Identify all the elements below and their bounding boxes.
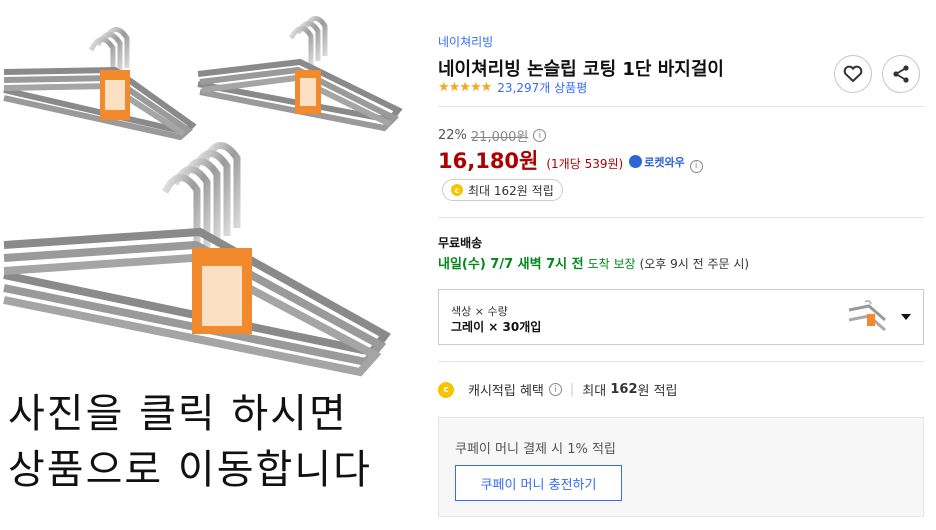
cash-reward-text: 최대 162원 적립 [468,183,554,198]
rocket-label: 로켓와우 [644,155,685,169]
cash-benefit-max-amount: 162 [610,382,638,397]
cash-benefit-label: 캐시적립 혜택 [468,384,544,399]
chevron-down-icon [901,314,911,320]
share-icon [893,65,909,83]
coin-icon: c [438,381,454,398]
cash-benefit-row: c 캐시적립 혜택 i | 최대 162 원 적립 [438,380,678,399]
coupay-charge-button[interactable]: 쿠페이 머니 충전하기 [455,465,622,501]
heart-icon [843,65,863,83]
product-image[interactable]: 사진을 클릭 하시면 상품으로 이동합니다 [0,0,430,530]
original-price: 21,000원 [470,130,529,145]
discount-rate: 22% [438,128,467,143]
sale-price: 16,180원 [438,149,539,173]
share-button[interactable] [882,55,920,93]
option-value: 그레이 × 30개입 [451,320,542,334]
cash-benefit-max-suffix: 원 적립 [637,384,678,399]
divider [438,361,924,362]
divider [438,217,924,218]
option-thumbnail [848,300,886,332]
product-info-panel: 네이쳐리빙 네이쳐리빙 논슬립 코팅 1단 바지걸이 ★★★★★ 23,297개… [438,0,924,530]
rating-stars: ★★★★★ [438,80,492,95]
coin-icon: c [451,184,463,196]
coupay-text: 쿠페이 머니 결제 시 1% 적립 [455,442,616,457]
option-label: 색상 × 수량 [451,305,508,318]
rocket-wow-badge: 로켓와우 [629,154,685,170]
delivery-note: (오후 9시 전 주문 시) [639,257,750,271]
overlay-text-line2: 상품으로 이동합니다 [8,447,372,493]
delivery-date: 내일(수) 7/7 새벽 7시 전 [438,257,584,272]
product-title: 네이쳐리빙 논슬립 코팅 1단 바지걸이 [438,59,724,80]
rating-count-link[interactable]: 23,297개 상품평 [497,79,587,96]
rocket-icon [629,155,643,168]
info-icon[interactable]: i [548,383,562,396]
shipping-row: 내일(수) 7/7 새벽 7시 전 도착 보장 (오후 9시 전 주문 시) [438,253,749,272]
unit-price: (1개당 539원) [546,157,624,171]
coupay-box: 쿠페이 머니 결제 시 1% 적립 쿠페이 머니 충전하기 [438,417,924,517]
cash-reward-pill: c 최대 162원 적립 [442,179,563,201]
price-row: 16,180원 (1개당 539원) 로켓와우 i [438,145,703,175]
info-icon[interactable]: i [689,159,703,173]
info-icon[interactable]: i [533,129,547,142]
shipping-label: 무료배송 [438,236,483,250]
separator: | [569,382,575,397]
discount-row: 22% 21,000원 i [438,126,547,145]
option-selector[interactable]: 색상 × 수량 그레이 × 30개입 [438,289,924,345]
cash-benefit-max-prefix: 최대 [582,384,607,399]
overlay-text-line1: 사진을 클릭 하시면 [8,391,348,437]
wishlist-button[interactable] [834,55,872,93]
rating-row[interactable]: ★★★★★ 23,297개 상품평 [438,79,587,96]
delivery-guarantee: 도착 보장 [587,257,636,271]
brand-link[interactable]: 네이쳐리빙 [438,33,493,50]
divider [438,106,924,107]
